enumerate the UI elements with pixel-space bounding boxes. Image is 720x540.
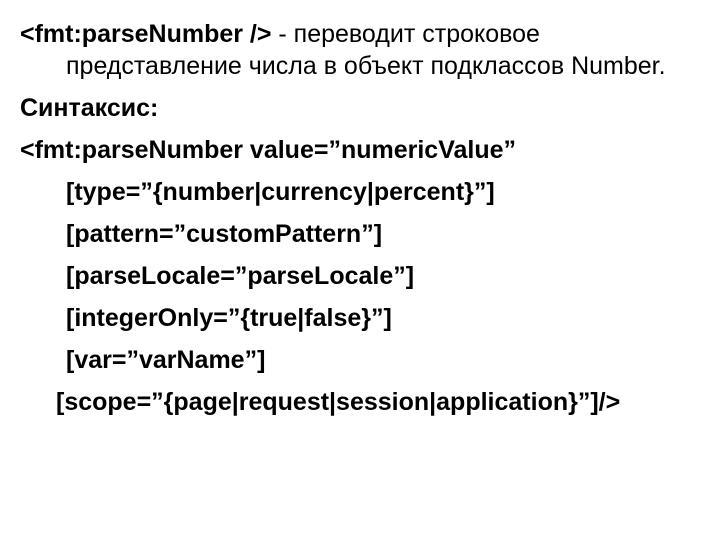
syntax-integer-only: [integerOnly=”{true|false}”]: [20, 302, 692, 334]
tag-name: <fmt:parseNumber />: [20, 20, 271, 48]
slide-content: <fmt:parseNumber /> - переводит строково…: [0, 0, 720, 446]
syntax-label: Синтаксис:: [20, 92, 692, 124]
syntax-type: [type=”{number|currency|percent}”]: [20, 176, 692, 208]
syntax-parse-locale: [parseLocale=”parseLocale”]: [20, 260, 692, 292]
syntax-pattern: [pattern=”customPattern”]: [20, 218, 692, 250]
syntax-var: [var=”varName”]: [20, 344, 692, 376]
syntax-open: <fmt:parseNumber value=”numericValue”: [20, 134, 692, 166]
syntax-scope: [scope=”{page|request|session|applicatio…: [20, 386, 692, 418]
intro-paragraph: <fmt:parseNumber /> - переводит строково…: [20, 18, 692, 82]
